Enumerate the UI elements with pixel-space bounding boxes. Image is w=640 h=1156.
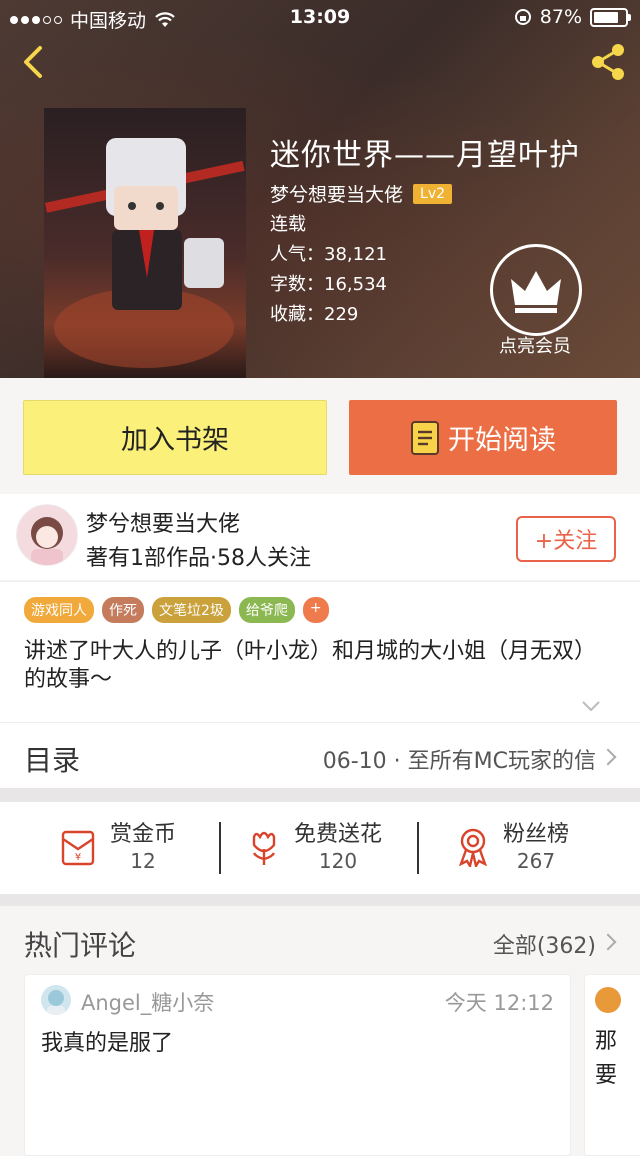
back-icon[interactable] [14,42,54,82]
chevron-down-icon[interactable] [581,700,601,712]
tag[interactable]: 文笔垃2圾 [152,597,231,623]
comment-text: 那要 [595,1029,618,1088]
share-icon[interactable] [586,40,630,84]
comment-card[interactable]: Angel_糖小奈 今天 12:12 我真的是服了 [24,974,571,1156]
tag[interactable]: 给爷爬 [238,597,295,623]
medal-icon [458,828,488,867]
author-card[interactable]: 梦兮想要当大佬 著有1部作品·58人关注 +关注 [0,494,640,580]
word-count-stat: 字数：16,534 [270,274,387,295]
book-title: 迷你世界——月望叶护 [270,138,580,173]
comment-time: 今天 12:12 [444,991,554,1015]
add-tag-button[interactable]: + [302,597,329,623]
svg-text:¥: ¥ [75,852,81,863]
vip-label[interactable]: 点亮会员 [470,332,600,358]
section-title: 热门评论 [24,929,137,962]
rotation-lock-icon [514,9,531,25]
favorites-stat: 收藏：229 [270,304,359,325]
add-to-shelf-button[interactable]: 加入书架 [23,400,327,475]
fan-ranking-button[interactable]: 粉丝榜 267 [455,816,569,878]
tag[interactable]: 作死 [102,597,144,623]
author-name: 梦兮想要当大佬 [86,512,241,537]
reward-coins-button[interactable]: ¥ 赏金币 12 [58,816,176,878]
flower-icon [252,831,276,865]
all-comments-link[interactable]: 全部(362) [493,928,596,960]
chevron-right-icon[interactable] [599,933,617,951]
book-cover[interactable] [44,108,246,378]
battery-icon [590,7,631,27]
chevron-right-icon [599,748,617,766]
crown-icon[interactable] [490,244,582,336]
popularity-stat: 人气：38,121 [270,244,387,265]
user-avatar[interactable] [595,987,621,1013]
tag[interactable]: 游戏同人 [24,597,94,623]
book-status: 连载 [270,214,306,235]
hot-comments-section: 热门评论 全部(362) Angel_糖小奈 今天 12:12 我真的是服了 那… [0,906,640,1156]
support-bar: ¥ 赏金币 12 免费送花 120 粉丝榜 267 [0,802,640,894]
follow-button[interactable]: +关注 [516,516,616,562]
book-icon [411,420,439,455]
author-info: 著有1部作品·58人关注 [86,546,311,571]
red-envelope-icon: ¥ [61,830,95,866]
comment-text: 我真的是服了 [41,1031,174,1056]
send-flowers-button[interactable]: 免费送花 120 [246,816,382,878]
table-of-contents[interactable]: 目录 06-10 · 至所有MC玩家的信 [0,722,640,789]
comment-card[interactable]: 那要 [584,974,640,1156]
start-reading-button[interactable]: 开始阅读 [349,400,617,475]
book-description[interactable]: 游戏同人 作死 文笔垃2圾 给爷爬 + 讲述了叶大人的儿子（叶小龙）和月城的大小… [0,581,640,722]
latest-chapter: 06-10 · 至所有MC玩家的信 [322,749,596,774]
comment-user[interactable]: Angel_糖小奈 [81,987,214,1017]
battery-percent: 87% [539,6,582,28]
author-avatar[interactable] [16,504,78,566]
description-text: 讲述了叶大人的儿子（叶小龙）和月城的大小姐（月无双）的故事～ [24,639,597,692]
user-avatar[interactable] [41,985,71,1015]
status-bar: 中国移动 13:09 87% [0,0,640,36]
toc-label: 目录 [24,744,81,777]
author-level-badge: Lv2 [413,183,453,204]
book-author[interactable]: 梦兮想要当大佬 [270,180,403,207]
